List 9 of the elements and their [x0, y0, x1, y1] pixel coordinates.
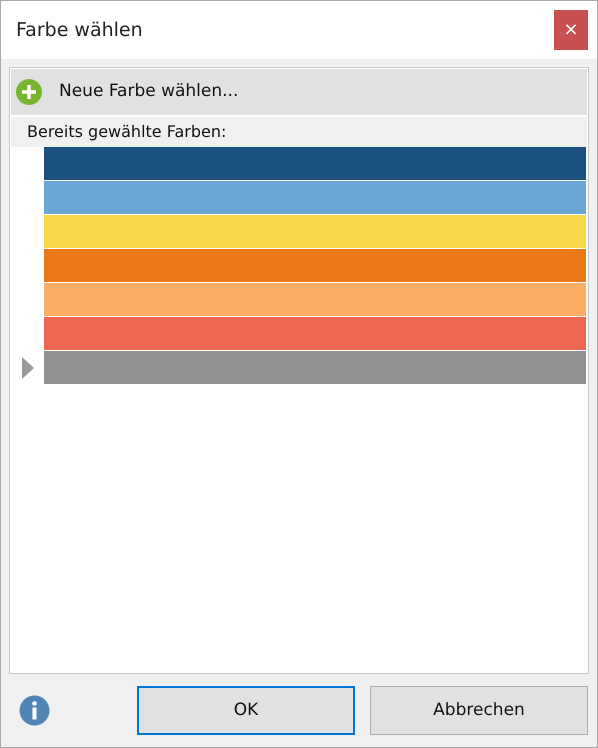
add-icon: [15, 78, 43, 106]
window-title: Farbe wählen: [16, 18, 143, 43]
cancel-button[interactable]: Abbrechen: [370, 686, 588, 735]
section-label: Bereits gewählte Farben:: [11, 117, 587, 147]
info-icon[interactable]: [19, 695, 50, 726]
ok-button[interactable]: OK: [137, 686, 355, 735]
close-button[interactable]: ×: [554, 10, 588, 50]
new-color-button[interactable]: Neue Farbe wählen...: [11, 69, 587, 115]
row-indicator-icon: [22, 357, 34, 379]
